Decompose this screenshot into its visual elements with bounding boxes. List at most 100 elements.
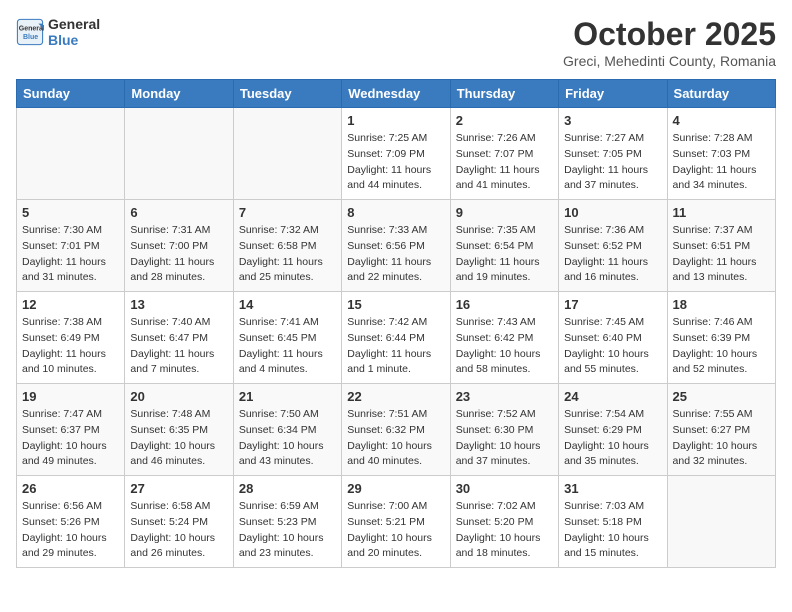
day-number: 14	[239, 297, 336, 312]
logo-icon: General Blue	[16, 18, 44, 46]
calendar-week-row: 26 Sunrise: 6:56 AM Sunset: 5:26 PM Dayl…	[17, 476, 776, 568]
calendar-cell: 28 Sunrise: 6:59 AM Sunset: 5:23 PM Dayl…	[233, 476, 341, 568]
day-number: 30	[456, 481, 553, 496]
logo: General Blue General Blue	[16, 16, 100, 48]
day-number: 16	[456, 297, 553, 312]
weekday-header: Saturday	[667, 80, 775, 108]
day-info: Sunrise: 7:25 AM Sunset: 7:09 PM Dayligh…	[347, 131, 444, 194]
calendar-cell: 2 Sunrise: 7:26 AM Sunset: 7:07 PM Dayli…	[450, 108, 558, 200]
weekday-header: Wednesday	[342, 80, 450, 108]
calendar-cell: 7 Sunrise: 7:32 AM Sunset: 6:58 PM Dayli…	[233, 200, 341, 292]
day-number: 12	[22, 297, 119, 312]
day-info: Sunrise: 7:31 AM Sunset: 7:00 PM Dayligh…	[130, 223, 227, 286]
calendar-cell: 4 Sunrise: 7:28 AM Sunset: 7:03 PM Dayli…	[667, 108, 775, 200]
calendar-cell: 15 Sunrise: 7:42 AM Sunset: 6:44 PM Dayl…	[342, 292, 450, 384]
calendar-cell: 18 Sunrise: 7:46 AM Sunset: 6:39 PM Dayl…	[667, 292, 775, 384]
calendar-cell: 10 Sunrise: 7:36 AM Sunset: 6:52 PM Dayl…	[559, 200, 667, 292]
day-info: Sunrise: 7:27 AM Sunset: 7:05 PM Dayligh…	[564, 131, 661, 194]
day-info: Sunrise: 7:38 AM Sunset: 6:49 PM Dayligh…	[22, 315, 119, 378]
calendar-cell: 24 Sunrise: 7:54 AM Sunset: 6:29 PM Dayl…	[559, 384, 667, 476]
calendar-cell: 31 Sunrise: 7:03 AM Sunset: 5:18 PM Dayl…	[559, 476, 667, 568]
day-info: Sunrise: 7:37 AM Sunset: 6:51 PM Dayligh…	[673, 223, 770, 286]
calendar-cell: 22 Sunrise: 7:51 AM Sunset: 6:32 PM Dayl…	[342, 384, 450, 476]
calendar-cell: 27 Sunrise: 6:58 AM Sunset: 5:24 PM Dayl…	[125, 476, 233, 568]
day-number: 23	[456, 389, 553, 404]
day-number: 1	[347, 113, 444, 128]
day-number: 22	[347, 389, 444, 404]
weekday-header: Sunday	[17, 80, 125, 108]
day-info: Sunrise: 7:43 AM Sunset: 6:42 PM Dayligh…	[456, 315, 553, 378]
day-number: 8	[347, 205, 444, 220]
day-info: Sunrise: 7:03 AM Sunset: 5:18 PM Dayligh…	[564, 499, 661, 562]
day-info: Sunrise: 7:51 AM Sunset: 6:32 PM Dayligh…	[347, 407, 444, 470]
day-info: Sunrise: 7:42 AM Sunset: 6:44 PM Dayligh…	[347, 315, 444, 378]
day-number: 18	[673, 297, 770, 312]
month-title: October 2025	[563, 16, 776, 53]
day-number: 27	[130, 481, 227, 496]
day-number: 6	[130, 205, 227, 220]
day-number: 21	[239, 389, 336, 404]
calendar-cell: 29 Sunrise: 7:00 AM Sunset: 5:21 PM Dayl…	[342, 476, 450, 568]
calendar-week-row: 19 Sunrise: 7:47 AM Sunset: 6:37 PM Dayl…	[17, 384, 776, 476]
day-number: 3	[564, 113, 661, 128]
calendar-cell: 25 Sunrise: 7:55 AM Sunset: 6:27 PM Dayl…	[667, 384, 775, 476]
calendar-cell: 30 Sunrise: 7:02 AM Sunset: 5:20 PM Dayl…	[450, 476, 558, 568]
day-info: Sunrise: 7:47 AM Sunset: 6:37 PM Dayligh…	[22, 407, 119, 470]
day-number: 24	[564, 389, 661, 404]
day-info: Sunrise: 7:02 AM Sunset: 5:20 PM Dayligh…	[456, 499, 553, 562]
weekday-header: Monday	[125, 80, 233, 108]
day-number: 17	[564, 297, 661, 312]
day-info: Sunrise: 6:58 AM Sunset: 5:24 PM Dayligh…	[130, 499, 227, 562]
day-number: 19	[22, 389, 119, 404]
day-info: Sunrise: 7:52 AM Sunset: 6:30 PM Dayligh…	[456, 407, 553, 470]
day-info: Sunrise: 6:59 AM Sunset: 5:23 PM Dayligh…	[239, 499, 336, 562]
calendar-table: SundayMondayTuesdayWednesdayThursdayFrid…	[16, 79, 776, 568]
day-info: Sunrise: 7:26 AM Sunset: 7:07 PM Dayligh…	[456, 131, 553, 194]
calendar-cell: 6 Sunrise: 7:31 AM Sunset: 7:00 PM Dayli…	[125, 200, 233, 292]
day-info: Sunrise: 7:40 AM Sunset: 6:47 PM Dayligh…	[130, 315, 227, 378]
day-info: Sunrise: 7:30 AM Sunset: 7:01 PM Dayligh…	[22, 223, 119, 286]
day-number: 7	[239, 205, 336, 220]
day-number: 15	[347, 297, 444, 312]
calendar-cell: 3 Sunrise: 7:27 AM Sunset: 7:05 PM Dayli…	[559, 108, 667, 200]
calendar-cell: 19 Sunrise: 7:47 AM Sunset: 6:37 PM Dayl…	[17, 384, 125, 476]
day-info: Sunrise: 7:00 AM Sunset: 5:21 PM Dayligh…	[347, 499, 444, 562]
day-info: Sunrise: 7:28 AM Sunset: 7:03 PM Dayligh…	[673, 131, 770, 194]
day-info: Sunrise: 7:35 AM Sunset: 6:54 PM Dayligh…	[456, 223, 553, 286]
title-block: October 2025 Greci, Mehedinti County, Ro…	[563, 16, 776, 69]
day-number: 4	[673, 113, 770, 128]
weekday-header: Thursday	[450, 80, 558, 108]
day-info: Sunrise: 7:50 AM Sunset: 6:34 PM Dayligh…	[239, 407, 336, 470]
day-info: Sunrise: 7:32 AM Sunset: 6:58 PM Dayligh…	[239, 223, 336, 286]
calendar-cell: 8 Sunrise: 7:33 AM Sunset: 6:56 PM Dayli…	[342, 200, 450, 292]
day-number: 10	[564, 205, 661, 220]
calendar-week-row: 5 Sunrise: 7:30 AM Sunset: 7:01 PM Dayli…	[17, 200, 776, 292]
day-number: 5	[22, 205, 119, 220]
day-info: Sunrise: 7:41 AM Sunset: 6:45 PM Dayligh…	[239, 315, 336, 378]
day-info: Sunrise: 7:48 AM Sunset: 6:35 PM Dayligh…	[130, 407, 227, 470]
day-number: 28	[239, 481, 336, 496]
logo-text-line2: Blue	[48, 32, 100, 48]
calendar-cell: 26 Sunrise: 6:56 AM Sunset: 5:26 PM Dayl…	[17, 476, 125, 568]
location-subtitle: Greci, Mehedinti County, Romania	[563, 53, 776, 69]
day-number: 29	[347, 481, 444, 496]
calendar-cell: 21 Sunrise: 7:50 AM Sunset: 6:34 PM Dayl…	[233, 384, 341, 476]
day-number: 2	[456, 113, 553, 128]
calendar-cell	[125, 108, 233, 200]
calendar-week-row: 12 Sunrise: 7:38 AM Sunset: 6:49 PM Dayl…	[17, 292, 776, 384]
day-info: Sunrise: 7:54 AM Sunset: 6:29 PM Dayligh…	[564, 407, 661, 470]
day-info: Sunrise: 7:33 AM Sunset: 6:56 PM Dayligh…	[347, 223, 444, 286]
calendar-cell: 11 Sunrise: 7:37 AM Sunset: 6:51 PM Dayl…	[667, 200, 775, 292]
day-number: 13	[130, 297, 227, 312]
svg-text:Blue: Blue	[23, 34, 38, 41]
calendar-cell: 17 Sunrise: 7:45 AM Sunset: 6:40 PM Dayl…	[559, 292, 667, 384]
day-info: Sunrise: 7:36 AM Sunset: 6:52 PM Dayligh…	[564, 223, 661, 286]
day-number: 20	[130, 389, 227, 404]
calendar-cell: 13 Sunrise: 7:40 AM Sunset: 6:47 PM Dayl…	[125, 292, 233, 384]
calendar-cell: 23 Sunrise: 7:52 AM Sunset: 6:30 PM Dayl…	[450, 384, 558, 476]
svg-text:General: General	[19, 26, 44, 33]
calendar-week-row: 1 Sunrise: 7:25 AM Sunset: 7:09 PM Dayli…	[17, 108, 776, 200]
calendar-cell: 12 Sunrise: 7:38 AM Sunset: 6:49 PM Dayl…	[17, 292, 125, 384]
weekday-header: Friday	[559, 80, 667, 108]
calendar-cell: 14 Sunrise: 7:41 AM Sunset: 6:45 PM Dayl…	[233, 292, 341, 384]
